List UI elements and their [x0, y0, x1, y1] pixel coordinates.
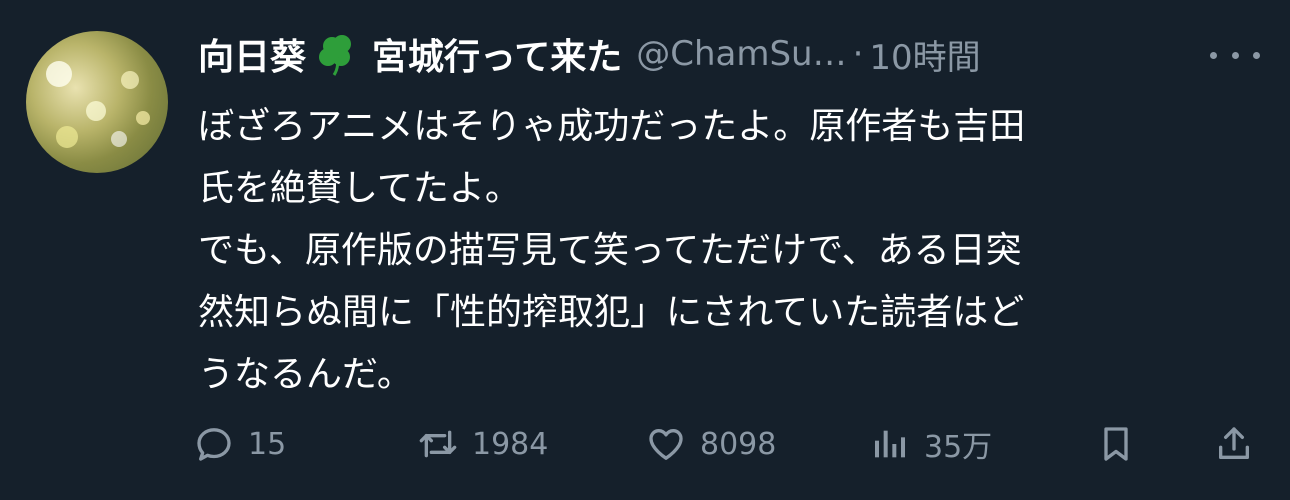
display-name[interactable]: 向日葵: [198, 28, 306, 80]
like-icon: [649, 429, 683, 460]
bookmark-button[interactable]: [1096, 414, 1136, 474]
reply-icon: [197, 428, 231, 461]
more-icon[interactable]: [1210, 40, 1260, 70]
bookmark-icon: [1104, 427, 1128, 461]
tweet-text-line: ぼざろアニメはそりゃ成功だったよ。原作者も吉田: [198, 106, 1026, 147]
tweet-text-line: 然知らぬ間に「性的搾取犯」にされていた読者はど: [198, 292, 1025, 333]
reply-count: 15: [248, 426, 287, 462]
separator-dot: ·: [852, 34, 864, 74]
share-icon: [1219, 427, 1249, 459]
tweet-header: 向日葵 宮城行って来た @ChamSu… · 10時間: [198, 26, 1268, 82]
retweet-button[interactable]: 1984: [418, 414, 548, 474]
timestamp[interactable]: 10時間: [869, 30, 980, 79]
retweet-count: 1984: [472, 426, 549, 462]
tweet-text-line: でも、原作版の描写見て笑ってただけで、ある日突: [198, 230, 1022, 271]
four-leaf-clover-icon: [308, 32, 370, 76]
views-button[interactable]: 35万: [870, 414, 992, 474]
like-button[interactable]: 8098: [646, 414, 776, 474]
avatar-flower: [136, 111, 150, 125]
views-icon: [875, 430, 905, 458]
display-name-suffix[interactable]: 宮城行って来た: [372, 28, 622, 80]
action-bar: 15 1984 8098 35万: [194, 414, 1262, 474]
tweet-text-line: 氏を絶賛してたよ。: [198, 168, 521, 209]
avatar[interactable]: [26, 31, 168, 173]
user-handle[interactable]: @ChamSu…: [636, 34, 846, 74]
like-count: 8098: [700, 426, 777, 462]
avatar-flower: [46, 61, 72, 87]
views-count: 35万: [924, 430, 993, 465]
avatar-flower: [111, 131, 127, 147]
tweet-text: ぼざろアニメはそりゃ成功だったよ。原作者も吉田 氏を絶賛してたよ。 でも、原作版…: [198, 96, 1268, 406]
retweet-icon: [419, 430, 457, 458]
avatar-flower: [56, 126, 78, 148]
share-button[interactable]: [1214, 414, 1254, 474]
reply-button[interactable]: 15: [194, 414, 286, 474]
avatar-flower: [121, 71, 139, 89]
avatar-flower: [86, 101, 106, 121]
tweet-text-line: うなるんだ。: [198, 354, 413, 395]
